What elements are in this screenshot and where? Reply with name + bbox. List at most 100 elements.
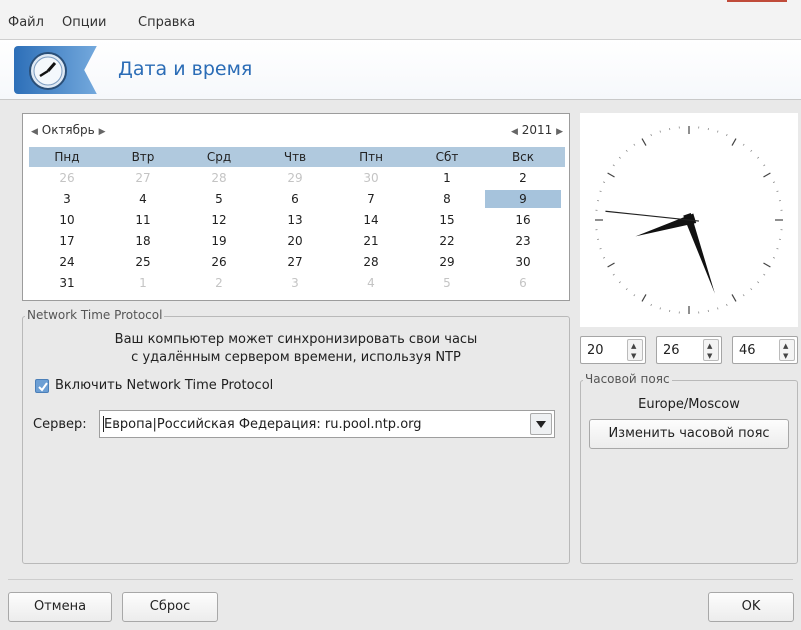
spin-up-icon[interactable]: ▲ — [631, 342, 636, 350]
calendar-day[interactable]: 17 — [29, 232, 105, 250]
menu-options[interactable]: Опции — [62, 15, 106, 30]
clock-minute-tick — [599, 248, 602, 250]
calendar-day[interactable]: 7 — [333, 190, 409, 208]
menu-file[interactable]: Файл — [8, 15, 44, 30]
calendar-day[interactable]: 25 — [105, 253, 181, 271]
calendar-day[interactable]: 1 — [105, 274, 181, 292]
calendar-day[interactable]: 3 — [29, 190, 105, 208]
clock-minute-tick — [633, 143, 636, 146]
calendar-day[interactable]: 19 — [181, 232, 257, 250]
server-combobox[interactable]: Европа|Российская Федерация: ru.pool.ntp… — [99, 410, 555, 438]
calendar-day[interactable]: 14 — [333, 211, 409, 229]
calendar-day[interactable]: 15 — [409, 211, 485, 229]
server-value[interactable]: Европа|Российская Федерация: ru.pool.ntp… — [104, 417, 422, 432]
calendar-day[interactable]: 1 — [409, 169, 485, 187]
prev-month-icon[interactable]: ◀ — [31, 127, 38, 137]
window-edge — [727, 0, 787, 2]
clock-logo-icon — [29, 52, 67, 90]
clock-minute-tick — [612, 273, 615, 276]
calendar-day[interactable]: 2 — [485, 169, 561, 187]
calendar-day[interactable]: 18 — [105, 232, 181, 250]
clock-minute-tick — [742, 294, 745, 297]
calendar-day[interactable]: 6 — [485, 274, 561, 292]
weekday-label: Сбт — [435, 150, 459, 164]
chevron-down-icon — [536, 421, 546, 428]
checkmark-icon — [38, 382, 48, 392]
calendar-day[interactable]: 4 — [105, 190, 181, 208]
calendar-day[interactable]: 29 — [257, 169, 333, 187]
calendar-day[interactable]: 13 — [257, 211, 333, 229]
calendar-day[interactable]: 5 — [181, 190, 257, 208]
seconds-arrows[interactable]: ▲ ▼ — [779, 339, 795, 361]
clock-minute-tick — [602, 181, 606, 183]
minutes-arrows[interactable]: ▲ ▼ — [703, 339, 719, 361]
month-selector[interactable]: ◀ Октябрь ▶ — [31, 123, 106, 137]
calendar-day[interactable]: 10 — [29, 211, 105, 229]
year-selector[interactable]: ◀ 2011 ▶ — [511, 123, 563, 137]
hours-spinner[interactable]: 20 ▲ ▼ — [580, 336, 646, 364]
clock-minute-tick — [763, 273, 766, 276]
minutes-spinner[interactable]: 26 ▲ ▼ — [656, 336, 722, 364]
calendar-day[interactable]: 29 — [409, 253, 485, 271]
calendar-day[interactable]: 21 — [333, 232, 409, 250]
calendar-day[interactable]: 6 — [257, 190, 333, 208]
reset-button[interactable]: Сброс — [122, 592, 218, 622]
clock-hour-tick — [641, 138, 647, 146]
menu-help[interactable]: Справка — [138, 15, 195, 30]
calendar-day-selected[interactable]: 9 — [485, 190, 561, 208]
clock-hour-tick — [641, 294, 647, 302]
clock-minute-tick — [599, 190, 602, 192]
calendar-day[interactable]: 20 — [257, 232, 333, 250]
spin-up-icon[interactable]: ▲ — [783, 342, 788, 350]
calendar-day[interactable]: 3 — [257, 274, 333, 292]
cancel-button[interactable]: Отмена — [8, 592, 112, 622]
ntp-enable-checkbox[interactable] — [35, 379, 49, 393]
clock-minute-tick — [650, 303, 652, 307]
calendar-nav: ◀ Октябрь ▶ ◀ 2011 ▶ — [23, 114, 569, 144]
calendar-day[interactable]: 16 — [485, 211, 561, 229]
calendar-day[interactable]: 27 — [105, 169, 181, 187]
spin-down-icon[interactable]: ▼ — [631, 352, 636, 360]
spin-down-icon[interactable]: ▼ — [707, 352, 712, 360]
calendar-day[interactable]: 12 — [181, 211, 257, 229]
calendar-day[interactable]: 2 — [181, 274, 257, 292]
calendar-day[interactable]: 11 — [105, 211, 181, 229]
next-year-icon[interactable]: ▶ — [556, 127, 563, 137]
ntp-enable-label[interactable]: Включить Network Time Protocol — [55, 378, 273, 393]
calendar-day[interactable]: 30 — [333, 169, 409, 187]
calendar-day[interactable]: 4 — [333, 274, 409, 292]
clock-minute-tick — [618, 281, 621, 284]
prev-year-icon[interactable]: ◀ — [511, 127, 518, 137]
calendar-day[interactable]: 30 — [485, 253, 561, 271]
spin-up-icon[interactable]: ▲ — [707, 342, 712, 350]
calendar-day[interactable]: 24 — [29, 253, 105, 271]
calendar-day[interactable]: 26 — [29, 169, 105, 187]
hours-arrows[interactable]: ▲ ▼ — [627, 339, 643, 361]
calendar-day[interactable]: 26 — [181, 253, 257, 271]
calendar-day[interactable]: 23 — [485, 232, 561, 250]
clock-minute-tick — [757, 281, 760, 284]
spin-down-icon[interactable]: ▼ — [783, 352, 788, 360]
calendar-day[interactable]: 28 — [333, 253, 409, 271]
calendar-day[interactable]: 28 — [181, 169, 257, 187]
ok-button[interactable]: OK — [708, 592, 794, 622]
weekday-label: Вск — [511, 150, 535, 164]
clock-minute-tick — [772, 257, 776, 259]
calendar-day[interactable]: 22 — [409, 232, 485, 250]
clock-minute-tick — [659, 307, 661, 310]
clock-hour-tick — [763, 262, 771, 268]
weekday-header: Пнд Втр Срд Чтв Птн Сбт Вск — [29, 147, 565, 167]
next-month-icon[interactable]: ▶ — [99, 127, 106, 137]
clock-minute-tick — [659, 130, 661, 133]
calendar-day[interactable]: 27 — [257, 253, 333, 271]
calendar-day[interactable]: 8 — [409, 190, 485, 208]
clock-minute-tick — [625, 149, 628, 152]
calendar-day[interactable]: 31 — [29, 274, 105, 292]
change-timezone-button[interactable]: Изменить часовой пояс — [589, 419, 789, 449]
calendar-day[interactable]: 5 — [409, 274, 485, 292]
server-dropdown-button[interactable] — [530, 413, 552, 435]
clock-minute-tick — [612, 164, 615, 167]
seconds-spinner[interactable]: 46 ▲ ▼ — [732, 336, 798, 364]
seconds-value: 46 — [739, 343, 756, 358]
clock-minute-tick — [625, 288, 628, 291]
